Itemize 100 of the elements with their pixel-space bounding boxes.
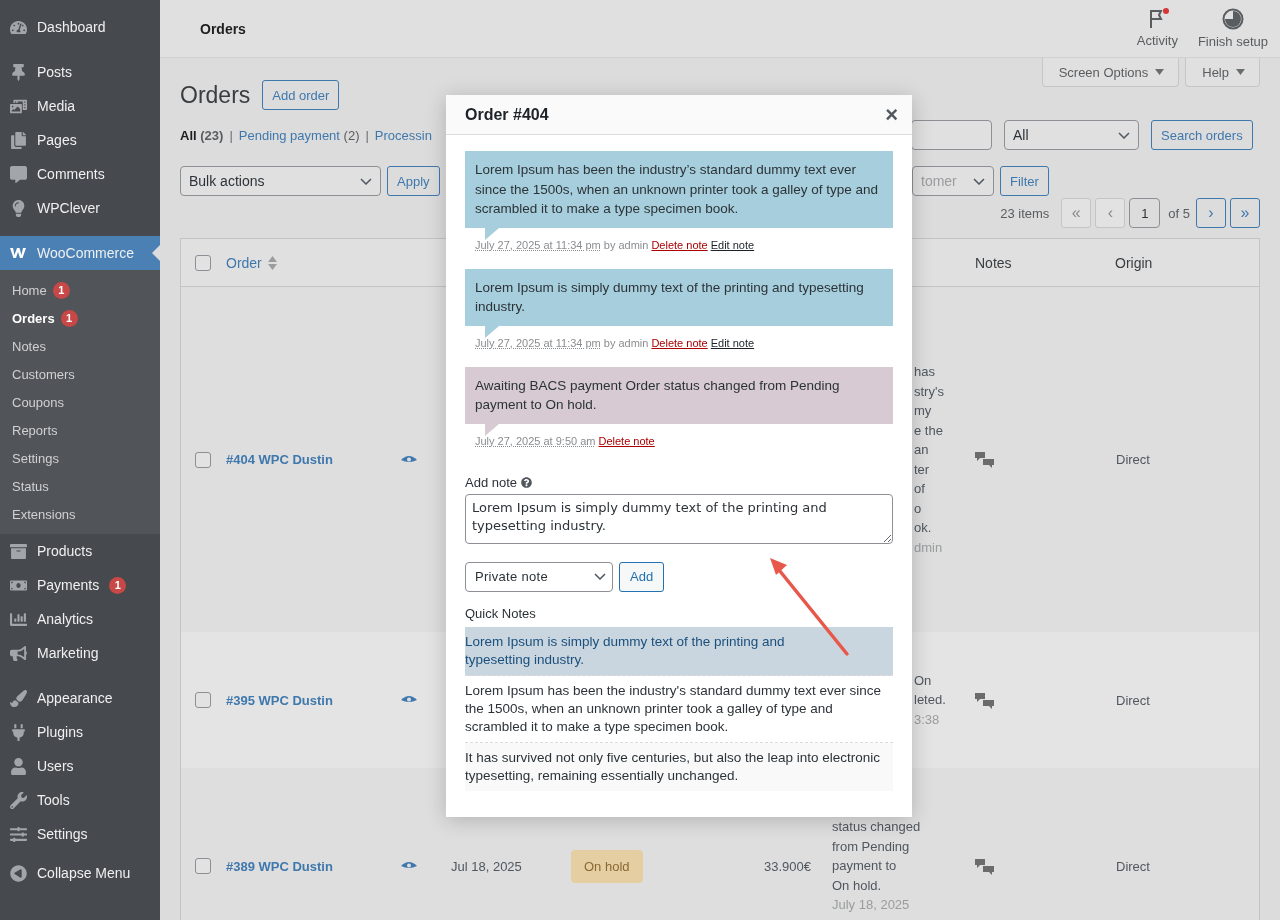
eye-icon[interactable] <box>401 454 417 465</box>
page-number-field[interactable]: 1 <box>1129 198 1161 228</box>
submenu-item[interactable]: Notes <box>0 332 160 360</box>
delete-note-link[interactable]: Delete note <box>651 336 708 349</box>
checkbox[interactable] <box>195 858 211 874</box>
note-preview-date: July 18, 2025 <box>832 896 911 915</box>
submenu-item[interactable]: Customers <box>0 360 160 388</box>
submenu-item[interactable]: Status <box>0 472 160 500</box>
edit-note-link[interactable]: Edit note <box>710 336 755 349</box>
sidebar-item[interactable]: Tools <box>0 783 160 817</box>
search-orders-button[interactable]: Search orders <box>1151 120 1253 150</box>
note-preview-text: an <box>914 441 930 459</box>
submenu-item[interactable]: Coupons <box>0 388 160 416</box>
speech-bubbles-icon[interactable] <box>975 691 995 709</box>
note-author: by admin <box>603 238 649 251</box>
quick-note-item[interactable]: Lorem Ipsum is simply dummy text of the printing and typesetting industry. <box>465 626 893 676</box>
column-header: Origin <box>1115 254 1153 271</box>
separator: | <box>229 127 233 143</box>
photo-video-icon <box>9 97 27 115</box>
close-button[interactable]: × <box>883 103 900 126</box>
speech-bubbles-icon[interactable] <box>975 857 995 875</box>
pagination-button[interactable]: » <box>1230 198 1260 228</box>
sidebar-item[interactable]: Plugins <box>0 715 160 749</box>
header-action[interactable]: Activity <box>1136 0 1178 57</box>
apply-button[interactable]: Apply <box>387 166 440 196</box>
status-view-link[interactable]: Processin <box>374 127 432 143</box>
page-title: Orders <box>180 81 251 109</box>
sliders-icon <box>9 825 27 843</box>
status-view-link[interactable]: Pending payment (2) <box>238 127 360 143</box>
bubble-tail <box>485 325 499 338</box>
help-icon[interactable] <box>521 476 533 488</box>
screen-meta-toggle[interactable]: Help <box>1185 58 1260 87</box>
column-header[interactable]: Order <box>226 254 277 271</box>
quick-note-item[interactable]: Lorem Ipsum has been the industry's standard dummy text ever since the 1500s, when an unknown printer took a galley of type and scrambled it to make a type specimen book. <box>465 675 893 743</box>
column-header: Notes <box>975 254 1012 271</box>
eye-icon[interactable] <box>401 861 417 871</box>
checkbox[interactable] <box>195 254 211 271</box>
sidebar-item[interactable]: Marketing <box>0 636 160 670</box>
page-total: of 5 <box>1168 205 1190 221</box>
order-link[interactable]: #395 WPC Dustin <box>226 692 333 708</box>
sidebar-item[interactable]: Posts <box>0 55 160 89</box>
order-date: Jul 18, 2025 <box>451 858 522 874</box>
sidebar-item[interactable]: Appearance <box>0 681 160 715</box>
pushpin-icon <box>9 63 27 81</box>
bulk-actions-select[interactable]: Bulk actions <box>180 166 381 196</box>
chevron-down-icon <box>594 573 606 580</box>
note-preview-text: status changed <box>832 818 922 837</box>
sidebar-item[interactable]: Payments 1 <box>0 568 160 602</box>
sidebar-item[interactable]: Settings <box>0 817 160 851</box>
delete-note-link[interactable]: Delete note <box>651 238 708 251</box>
note-preview-text: On hold. <box>832 876 883 895</box>
note-preview-text: my <box>914 402 933 420</box>
sidebar-item[interactable]: WooCommerce <box>0 236 160 270</box>
count-badge: 1 <box>60 309 78 327</box>
plug-icon <box>9 723 27 741</box>
submenu-item[interactable]: Orders 1 <box>0 304 160 332</box>
sidebar-item[interactable]: Analytics <box>0 602 160 636</box>
checkbox[interactable] <box>195 692 211 708</box>
submenu-item[interactable]: Reports <box>0 416 160 444</box>
user-icon <box>9 757 27 775</box>
header-action[interactable]: Finish setup <box>1197 0 1268 57</box>
add-button[interactable]: Add <box>619 561 665 592</box>
note-author: by admin <box>603 336 649 349</box>
chevron-down-icon <box>973 177 985 185</box>
sidebar-item[interactable]: Products <box>0 534 160 568</box>
origin-text: Direct <box>1116 858 1150 874</box>
gauge-icon <box>9 18 27 36</box>
delete-note-link[interactable]: Delete note <box>598 434 655 447</box>
sidebar-item[interactable]: Media <box>0 89 160 123</box>
quick-note-item[interactable]: It has survived not only five centuries, but also the leap into electronic typesetting, remaining essentially unchanged. <box>465 742 893 791</box>
submenu-item[interactable]: Settings <box>0 444 160 472</box>
chevron-down-icon <box>360 177 372 185</box>
note-text: Lorem Ipsum is simply dummy text of the printing and typesetting industry. <box>465 268 893 326</box>
sidebar-item[interactable]: Users <box>0 749 160 783</box>
status-select[interactable]: All <box>1004 120 1139 150</box>
note-type-select[interactable]: Private note <box>465 561 613 592</box>
note-preview-date: 3:38 <box>914 710 941 729</box>
speech-bubbles-icon[interactable] <box>975 451 995 468</box>
sidebar-item[interactable]: WPClever <box>0 191 160 225</box>
sidebar-item[interactable]: Comments <box>0 157 160 191</box>
dialog-title: Order #404 <box>465 105 549 124</box>
add-order-button[interactable]: Add order <box>262 80 340 110</box>
status-view-link[interactable]: All (23) <box>180 127 224 143</box>
edit-note-link[interactable]: Edit note <box>710 238 755 251</box>
note-text: Awaiting BACS payment Order status changed from Pending payment to On hold. <box>465 366 893 424</box>
checkbox[interactable] <box>195 451 211 468</box>
submenu-item[interactable]: Home 1 <box>0 276 160 304</box>
search-field[interactable] <box>911 120 992 150</box>
sidebar-item[interactable]: Dashboard <box>0 10 160 44</box>
note-preview-text: payment to <box>832 857 898 876</box>
note-input-field[interactable]: Lorem Ipsum is simply dummy text of the printing and typesetting industry. <box>465 493 893 544</box>
count-badge: 1 <box>52 281 70 299</box>
eye-icon[interactable] <box>401 695 417 705</box>
screen-meta-toggle[interactable]: Screen Options <box>1041 58 1180 87</box>
note-preview-text: ok. <box>914 519 933 537</box>
bubble-tail <box>485 227 499 240</box>
pagination-button[interactable]: › <box>1196 198 1226 228</box>
submenu-item[interactable]: Extensions <box>0 500 160 528</box>
collapse-menu-button[interactable]: Collapse Menu <box>0 856 160 890</box>
sidebar-item[interactable]: Pages <box>0 123 160 157</box>
